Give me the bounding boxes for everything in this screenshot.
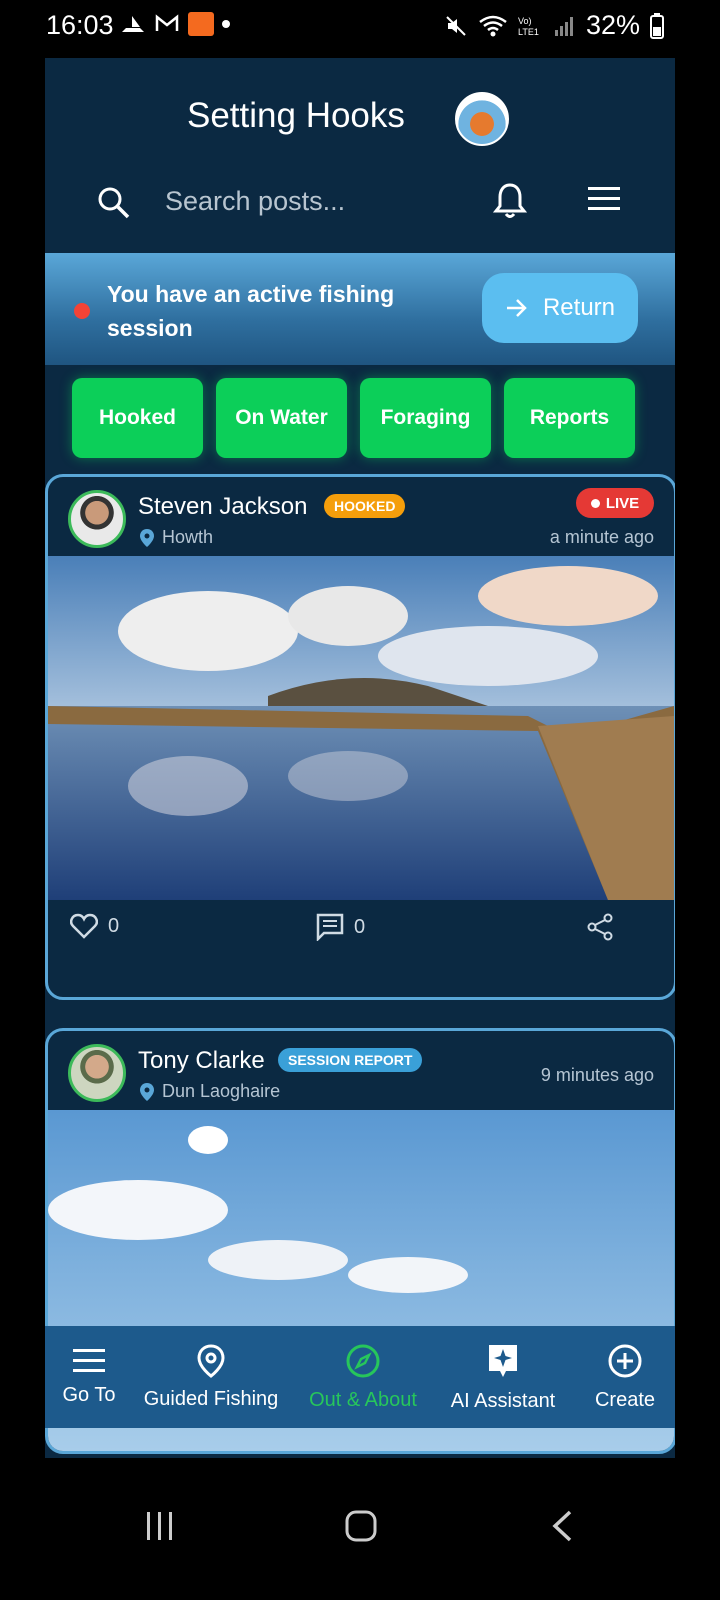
post-type-badge: SESSION REPORT: [278, 1048, 423, 1072]
system-navigation-bar: [0, 1470, 720, 1600]
post-photo[interactable]: [48, 556, 674, 900]
avatar[interactable]: [68, 490, 126, 548]
search-icon[interactable]: [97, 186, 131, 220]
recent-apps-icon[interactable]: [145, 1510, 175, 1542]
chip-reports[interactable]: Reports: [504, 378, 635, 458]
nav-create-label: Create: [594, 1388, 656, 1411]
search-input[interactable]: [163, 178, 467, 224]
lte-icon: Vo)LTE1: [518, 16, 539, 37]
post-location: Dun Laoghaire: [140, 1081, 280, 1102]
share-button[interactable]: [586, 913, 614, 941]
battery-icon: [650, 12, 664, 39]
bell-icon[interactable]: [493, 182, 527, 220]
live-dot-icon: [590, 498, 600, 508]
active-session-text: You have an active fishing session: [107, 281, 395, 341]
post-location-text: Dun Laoghaire: [162, 1081, 281, 1101]
search-bar: [45, 168, 675, 238]
menu-icon[interactable]: [587, 186, 621, 212]
system-status-icons: Vo) LTE1 32%: [444, 10, 664, 41]
like-count: 0: [108, 914, 120, 937]
more-notifications-icon: [222, 20, 230, 28]
status-time: 16:03: [46, 10, 114, 40]
harbour-photo: [48, 556, 674, 900]
comment-count: 0: [354, 915, 366, 938]
return-button-label: Return: [542, 294, 616, 321]
post-location-text: Howth: [162, 527, 214, 547]
home-icon[interactable]: [345, 1510, 377, 1542]
location-pin-icon: [140, 1082, 154, 1101]
back-icon[interactable]: [550, 1510, 574, 1542]
post-type-badge: HOOKED: [324, 494, 406, 518]
app-header: Setting Hooks: [45, 58, 675, 253]
app-title: Setting Hooks: [187, 96, 405, 135]
post-actions: 0 0: [48, 897, 674, 957]
ai-sparkle-icon: [489, 1344, 517, 1377]
location-pin-icon: [140, 528, 154, 547]
live-label: LIVE: [605, 494, 640, 512]
nav-guided-fishing-label: Guided Fishing: [143, 1387, 279, 1410]
nav-ai-assistant[interactable]: AI Assistant: [441, 1326, 565, 1428]
nav-go-to-label: Go To: [62, 1383, 116, 1406]
chip-foraging[interactable]: Foraging: [360, 378, 491, 458]
comment-icon: [316, 913, 344, 941]
mail-icon: [155, 14, 179, 31]
share-icon: [587, 913, 613, 941]
post-location: Howth: [140, 527, 213, 548]
nav-guided-fishing[interactable]: Guided Fishing: [137, 1326, 285, 1428]
post-time: a minute ago: [549, 527, 654, 547]
active-session-banner: You have an active fishing session Retur…: [45, 253, 675, 365]
location-pin-icon: [197, 1343, 225, 1378]
notification-icons: [120, 12, 230, 36]
like-button[interactable]: 0: [70, 913, 119, 939]
chip-on-water[interactable]: On Water: [216, 378, 347, 458]
post-card[interactable]: Steven Jackson HOOKED Howth LIVE a minut…: [45, 474, 675, 1000]
session-indicator-dot: [74, 303, 90, 319]
add-circle-icon: [608, 1344, 642, 1377]
signal-icon: [554, 16, 573, 36]
status-bar: 16:03 Vo) LTE1 32%: [0, 0, 720, 52]
compass-icon: [346, 1344, 380, 1377]
bottom-navigation: Go To Guided Fishing Out & About AI Assi…: [45, 1326, 675, 1428]
nav-ai-assistant-label: AI Assistant: [450, 1389, 556, 1412]
live-badge: LIVE: [576, 488, 654, 518]
heart-icon: [70, 913, 98, 939]
nav-out-and-about[interactable]: Out & About: [303, 1326, 423, 1428]
avatar[interactable]: [68, 1044, 126, 1102]
svg-text:LTE1: LTE1: [518, 27, 539, 37]
temu-app-icon: [188, 12, 214, 36]
category-chips: Hooked On Water Foraging Reports: [45, 378, 675, 460]
mute-icon: [446, 15, 466, 36]
chip-hooked[interactable]: Hooked: [72, 378, 203, 458]
nav-create[interactable]: Create: [577, 1326, 673, 1428]
comment-button[interactable]: 0: [316, 913, 365, 941]
menu-icon: [73, 1348, 105, 1372]
nav-go-to[interactable]: Go To: [45, 1326, 133, 1428]
post-author[interactable]: Tony Clarke: [138, 1047, 265, 1075]
boat-icon: [122, 16, 144, 32]
app-window: Setting Hooks You have an active fishing…: [45, 58, 675, 1458]
post-author[interactable]: Steven Jackson: [138, 493, 307, 521]
wifi-icon: [479, 15, 507, 36]
return-button[interactable]: Return: [482, 273, 638, 343]
app-logo: [455, 92, 509, 146]
battery-percent: 32%: [585, 10, 640, 40]
arrow-right-icon: [506, 299, 527, 317]
nav-out-and-about-label: Out & About: [309, 1388, 417, 1411]
post-time: 9 minutes ago: [540, 1065, 654, 1085]
svg-text:Vo): Vo): [518, 16, 532, 26]
